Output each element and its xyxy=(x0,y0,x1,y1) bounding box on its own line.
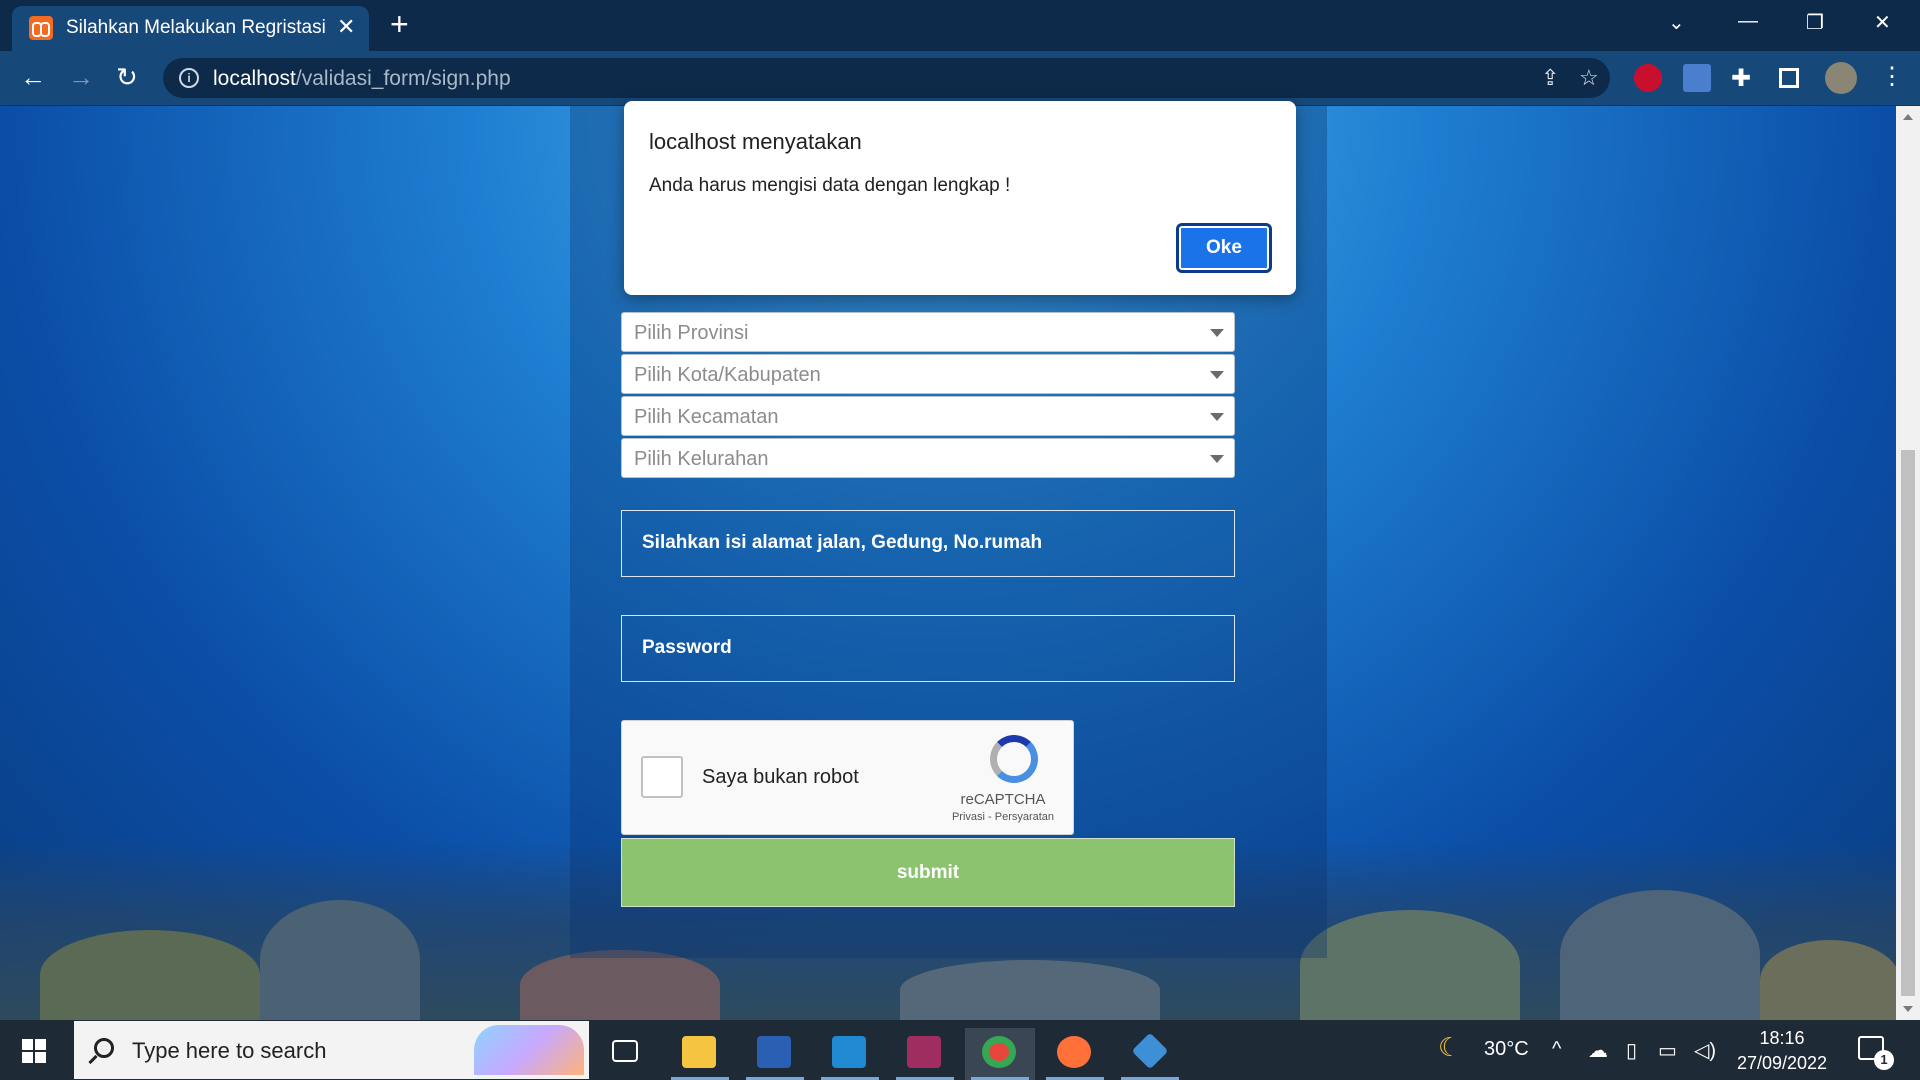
task-view-icon[interactable] xyxy=(590,1028,660,1080)
city-select[interactable]: Pilih Kota/Kabupaten xyxy=(621,354,1235,394)
battery-icon[interactable]: ▭ xyxy=(1658,1038,1677,1063)
taskbar-clock[interactable]: 18:16 27/09/2022 xyxy=(1722,1026,1842,1076)
winrar-icon[interactable] xyxy=(890,1028,960,1080)
reload-icon[interactable]: ↻ xyxy=(116,64,138,90)
weather-temperature[interactable]: 30°C xyxy=(1484,1038,1529,1061)
address-bar[interactable]: i localhost/validasi_form/sign.php ⇪ ☆ xyxy=(163,58,1610,98)
browser-tab[interactable]: Silahkan Melakukan Regristasi ✕ xyxy=(12,6,369,51)
site-info-icon[interactable]: i xyxy=(179,68,199,88)
dialog-title: localhost menyatakan xyxy=(649,129,862,154)
new-tab-icon[interactable]: + xyxy=(390,8,409,40)
notification-count: 1 xyxy=(1874,1050,1894,1070)
district-select[interactable]: Pilih Kecamatan xyxy=(621,396,1235,436)
extension-red-icon[interactable] xyxy=(1634,64,1662,92)
dropdown-arrow-icon xyxy=(1210,413,1224,421)
translate-extension-icon[interactable] xyxy=(1683,64,1711,92)
search-highlight-art xyxy=(474,1025,584,1075)
tab-close-icon[interactable]: ✕ xyxy=(337,14,355,40)
back-icon[interactable]: ← xyxy=(20,64,46,90)
recaptcha-brand: reCAPTCHA xyxy=(960,791,1046,808)
firefox-icon[interactable] xyxy=(1040,1028,1110,1080)
search-icon xyxy=(94,1038,114,1058)
xampp-favicon-icon xyxy=(29,16,53,40)
tab-title: Silahkan Melakukan Regristasi xyxy=(66,17,326,38)
scroll-up-icon[interactable] xyxy=(1903,114,1913,120)
captcha-checkbox[interactable] xyxy=(641,756,683,798)
dialog-message: Anda harus mengisi data dengan lengkap ! xyxy=(649,175,1011,196)
git-kraken-icon[interactable] xyxy=(1115,1028,1185,1080)
profile-avatar[interactable] xyxy=(1825,62,1857,94)
dropdown-arrow-icon xyxy=(1210,371,1224,379)
volume-icon[interactable]: ◁) xyxy=(1694,1038,1716,1063)
page-scrollbar[interactable] xyxy=(1896,106,1920,1020)
dialog-ok-button[interactable]: Oke xyxy=(1176,223,1272,273)
clock-date: 27/09/2022 xyxy=(1736,1053,1828,1073)
browser-menu-icon[interactable]: ⋮ xyxy=(1880,64,1904,90)
village-select-text: Pilih Kelurahan xyxy=(634,448,769,470)
weather-moon-icon[interactable]: ☾ xyxy=(1438,1032,1461,1063)
meet-now-icon[interactable]: ▯ xyxy=(1626,1038,1637,1063)
password-placeholder: Password xyxy=(642,637,732,658)
province-select[interactable]: Pilih Provinsi xyxy=(621,312,1235,352)
scroll-down-icon[interactable] xyxy=(1903,1006,1913,1012)
onedrive-cloud-icon[interactable]: ☁ xyxy=(1588,1038,1608,1063)
alert-dialog: localhost menyatakan Anda harus mengisi … xyxy=(624,101,1296,295)
recaptcha-logo-icon xyxy=(990,735,1038,783)
password-field[interactable]: Password xyxy=(621,615,1235,682)
browser-tab-strip: Silahkan Melakukan Regristasi ✕ + ⌄ — ❐ … xyxy=(0,0,1920,51)
extensions-puzzle-icon[interactable]: ✚ xyxy=(1731,64,1759,92)
clock-time: 18:16 xyxy=(1759,1028,1805,1048)
vscode-icon[interactable] xyxy=(815,1028,885,1080)
window-close-icon[interactable]: ✕ xyxy=(1874,10,1891,35)
restore-icon[interactable]: ❐ xyxy=(1806,10,1824,35)
word-icon[interactable] xyxy=(740,1028,810,1080)
dropdown-arrow-icon xyxy=(1210,329,1224,337)
windows-taskbar: Type here to search ☾ 30°C ^ ☁ ▯ ▭ ◁) 18… xyxy=(0,1020,1920,1080)
submit-button[interactable]: submit xyxy=(621,838,1235,907)
bookmark-star-icon[interactable]: ☆ xyxy=(1579,65,1599,91)
url-text[interactable]: localhost/validasi_form/sign.php xyxy=(213,67,511,91)
windows-start-icon[interactable] xyxy=(22,1039,46,1063)
file-explorer-icon[interactable] xyxy=(665,1028,735,1080)
address-field[interactable]: Silahkan isi alamat jalan, Gedung, No.ru… xyxy=(621,510,1235,577)
scrollbar-thumb[interactable] xyxy=(1901,450,1915,996)
village-select[interactable]: Pilih Kelurahan xyxy=(621,438,1235,478)
address-placeholder: Silahkan isi alamat jalan, Gedung, No.ru… xyxy=(642,532,1043,553)
notification-center-icon[interactable]: 1 xyxy=(1858,1036,1894,1070)
recaptcha-terms-link[interactable]: Privasi - Persyaratan xyxy=(943,811,1063,823)
taskbar-search-box[interactable]: Type here to search xyxy=(74,1021,589,1079)
browser-toolbar: ← → ↻ i localhost/validasi_form/sign.php… xyxy=(0,51,1920,106)
share-icon[interactable]: ⇪ xyxy=(1541,65,1559,91)
side-panel-icon[interactable] xyxy=(1779,68,1799,88)
city-select-text: Pilih Kota/Kabupaten xyxy=(634,364,821,386)
captcha-label: Saya bukan robot xyxy=(702,766,859,788)
province-select-text: Pilih Provinsi xyxy=(634,322,749,344)
chrome-icon[interactable] xyxy=(965,1028,1035,1080)
district-select-text: Pilih Kecamatan xyxy=(634,406,779,428)
minimize-icon[interactable]: — xyxy=(1738,10,1758,33)
dropdown-arrow-icon xyxy=(1210,455,1224,463)
tab-search-chevron-icon[interactable]: ⌄ xyxy=(1668,10,1685,35)
recaptcha-widget: Saya bukan robot reCAPTCHA Privasi - Per… xyxy=(621,720,1074,835)
tray-chevron-up-icon[interactable]: ^ xyxy=(1552,1038,1561,1061)
forward-icon[interactable]: → xyxy=(68,64,94,90)
search-placeholder: Type here to search xyxy=(132,1038,327,1063)
